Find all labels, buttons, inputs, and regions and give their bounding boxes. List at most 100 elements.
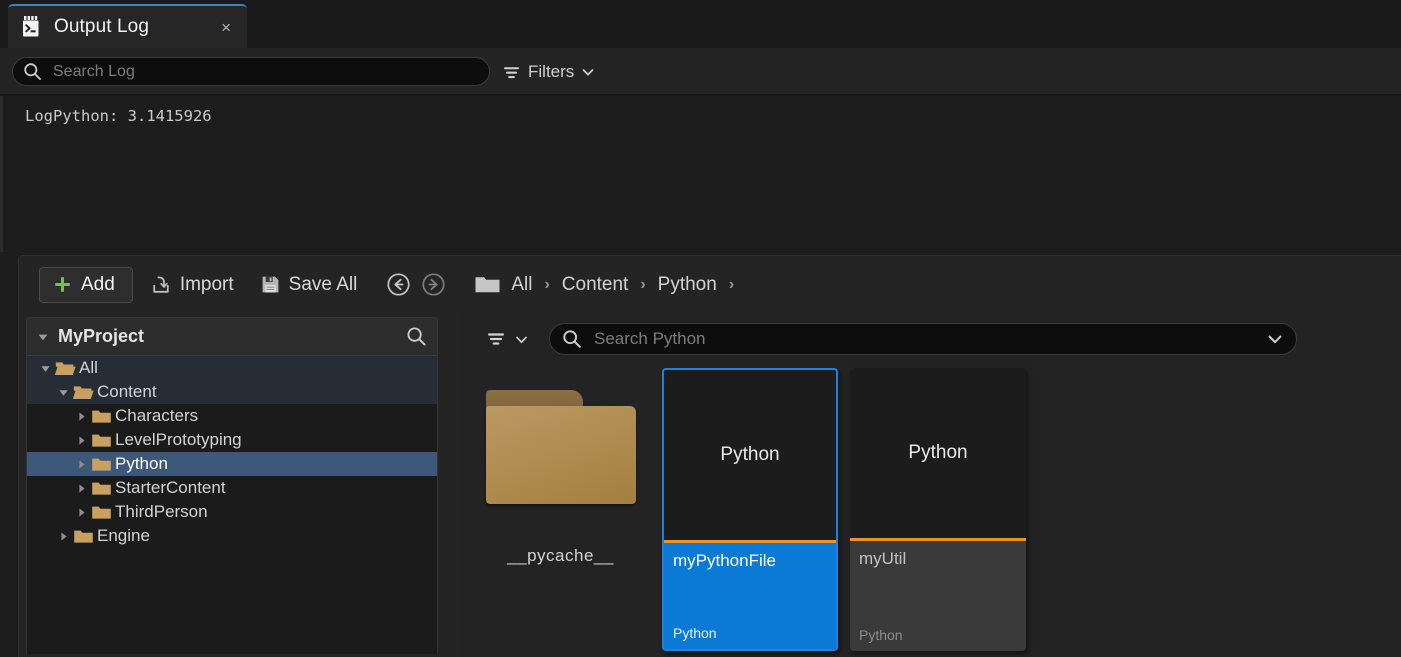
tree-item-label: Content — [97, 382, 157, 402]
plus-icon — [53, 275, 72, 294]
chevron-down-icon[interactable] — [1266, 330, 1284, 348]
tree-item-label: LevelPrototyping — [115, 430, 242, 450]
log-filters-label: Filters — [528, 62, 574, 82]
output-log-panel: Output Log × Search Log — [0, 0, 1401, 252]
tree-item-thirdperson[interactable]: ThirdPerson — [27, 500, 437, 524]
breadcrumb: All › Content › Python › — [460, 274, 736, 296]
asset-thumbnail: Python — [664, 370, 836, 540]
breadcrumb-separator: › — [638, 276, 647, 294]
navigation-buttons — [386, 272, 446, 297]
content-browser-body: MyProject All Content Characters LevelProto… — [19, 313, 1401, 657]
folder-icon — [91, 480, 112, 497]
search-icon — [23, 62, 42, 81]
tree-item-label: ThirdPerson — [115, 502, 208, 522]
tree-item-python[interactable]: Python — [27, 452, 437, 476]
floppy-disk-icon — [260, 274, 281, 295]
filter-icon — [502, 63, 521, 82]
folder-icon — [91, 408, 112, 425]
tree-item-label: Python — [115, 454, 168, 474]
chevron-down-icon — [581, 65, 595, 79]
folder-icon — [91, 432, 112, 449]
tree-item-label: All — [79, 358, 98, 378]
log-filters-button[interactable]: Filters — [502, 59, 595, 85]
folder-icon — [55, 360, 76, 377]
triangle-down-icon[interactable] — [55, 384, 71, 400]
tab-output-log[interactable]: Output Log × — [8, 4, 247, 48]
forward-arrow-icon[interactable] — [421, 272, 446, 297]
asset-name-label: myPythonFile — [673, 551, 827, 571]
close-icon[interactable]: × — [217, 17, 235, 38]
tree-item-engine[interactable]: Engine — [27, 524, 437, 548]
tree-item-startercontent[interactable]: StarterContent — [27, 476, 437, 500]
search-log-placeholder: Search Log — [53, 63, 135, 81]
asset-type-label: Python — [673, 625, 827, 641]
tab-output-log-label: Output Log — [54, 16, 217, 38]
triangle-right-icon[interactable] — [73, 480, 89, 496]
search-python-input[interactable]: Search Python — [549, 323, 1297, 355]
search-log-input[interactable]: Search Log — [12, 57, 490, 86]
tree-item-label: Engine — [97, 526, 150, 546]
folder-tree-list: All Content Characters LevelPrototyping Pyth… — [27, 356, 437, 548]
search-python-placeholder: Search Python — [594, 329, 1266, 349]
import-arrow-icon — [150, 275, 172, 295]
save-all-button[interactable]: Save All — [251, 267, 367, 303]
chevron-down-icon — [514, 332, 529, 347]
breadcrumb-item-1[interactable]: Content — [552, 274, 639, 296]
back-arrow-icon[interactable] — [386, 272, 411, 297]
triangle-right-icon[interactable] — [73, 432, 89, 448]
breadcrumb-item-0[interactable]: All — [501, 274, 542, 296]
log-search-row: Search Log Filters — [0, 48, 1401, 95]
tree-item-content[interactable]: Content — [27, 380, 437, 404]
tree-item-characters[interactable]: Characters — [27, 404, 437, 428]
unreal-editor-window: Output Log × Search Log — [0, 0, 1401, 657]
asset-type-label: Python — [859, 627, 1017, 643]
content-browser-frame: Add Import — [18, 255, 1401, 657]
tree-item-levelprototyping[interactable]: LevelPrototyping — [27, 428, 437, 452]
asset-folder-pycache[interactable]: __pycache__ — [473, 368, 648, 657]
asset-grid: __pycache__ Python myPythonFile Python — [459, 363, 1401, 657]
folder-icon — [73, 384, 94, 401]
search-icon[interactable] — [406, 326, 427, 347]
search-icon — [562, 329, 582, 349]
breadcrumb-item-2[interactable]: Python — [648, 274, 727, 296]
asset-tile-myutil[interactable]: Python myUtil Python — [850, 368, 1026, 651]
asset-tile-footer: myUtil Python — [850, 541, 1026, 651]
content-browser-panel: Add Import — [0, 252, 1401, 657]
log-output-area[interactable]: LogPython: 3.1415926 — [0, 96, 1401, 252]
tree-item-all[interactable]: All — [27, 356, 437, 380]
triangle-right-icon[interactable] — [73, 504, 89, 520]
triangle-right-icon[interactable] — [73, 456, 89, 472]
project-name-label: MyProject — [58, 326, 406, 347]
triangle-down-icon[interactable] — [36, 330, 50, 344]
asset-search-row: Search Python — [459, 317, 1401, 361]
tree-item-label: Characters — [115, 406, 198, 426]
console-window-icon — [22, 16, 43, 38]
asset-folder-label: __pycache__ — [507, 546, 614, 566]
breadcrumb-separator: › — [542, 276, 551, 294]
asset-thumbnail-label: Python — [908, 442, 967, 464]
asset-thumbnail-label: Python — [720, 444, 779, 466]
breadcrumb-separator[interactable]: › — [727, 276, 736, 294]
triangle-right-icon[interactable] — [55, 528, 71, 544]
add-button[interactable]: Add — [39, 267, 133, 303]
content-browser-toolbar: Add Import — [19, 256, 1401, 313]
add-button-label: Add — [81, 274, 115, 296]
asset-name-label: myUtil — [859, 549, 1017, 569]
folder-icon — [474, 274, 501, 295]
folder-icon — [73, 528, 94, 545]
tab-strip: Output Log × — [0, 0, 1401, 48]
import-button-label: Import — [180, 274, 234, 296]
triangle-right-icon[interactable] — [73, 408, 89, 424]
log-line: LogPython: 3.1415926 — [25, 106, 1401, 126]
asset-filter-button[interactable] — [481, 324, 533, 354]
folder-icon — [486, 390, 636, 504]
asset-thumbnail: Python — [850, 368, 1026, 538]
import-button[interactable]: Import — [141, 267, 243, 303]
asset-tile-footer: myPythonFile Python — [664, 543, 836, 649]
tree-item-label: StarterContent — [115, 478, 226, 498]
asset-view-panel: Search Python — [459, 313, 1401, 657]
triangle-down-icon[interactable] — [37, 360, 53, 376]
asset-tile-mypythonfile[interactable]: Python myPythonFile Python — [662, 368, 838, 651]
filter-icon — [485, 328, 507, 350]
folder-tree-panel: MyProject All Content Characters LevelProto… — [26, 317, 438, 654]
